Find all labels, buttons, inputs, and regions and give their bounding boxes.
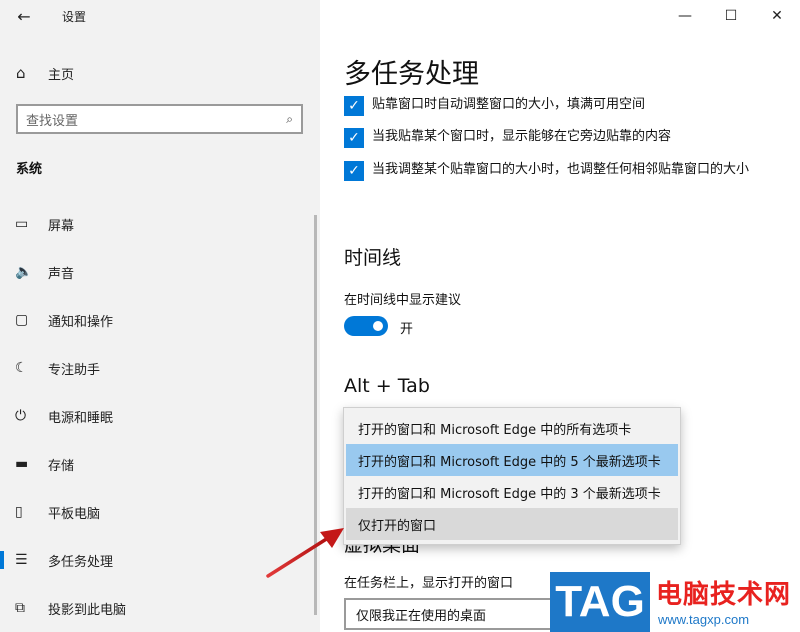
timeline-heading: 时间线: [344, 247, 402, 269]
checkbox-checked-icon[interactable]: ✓: [344, 96, 364, 116]
close-button[interactable]: ✕: [754, 0, 800, 32]
dropdown-option[interactable]: 打开的窗口和 Microsoft Edge 中的所有选项卡: [346, 412, 678, 444]
sidebar-item-label: 屏幕: [48, 218, 75, 234]
moon-icon: ☾: [15, 360, 28, 376]
project-icon: ⧉: [15, 600, 25, 616]
storage-icon: ▬: [15, 456, 29, 472]
maximize-button[interactable]: ☐: [708, 0, 754, 32]
close-icon: ✕: [771, 8, 783, 24]
minimize-button[interactable]: —: [662, 0, 708, 32]
sidebar-item-label: 主页: [48, 67, 75, 83]
sidebar-item-label: 声音: [48, 266, 75, 282]
sidebar-item-project[interactable]: ⧉ 投影到此电脑: [0, 584, 320, 632]
sidebar-item-label: 电源和睡眠: [48, 410, 114, 426]
notification-icon: ▢: [15, 312, 29, 328]
toggle-state-label: 开: [400, 322, 414, 337]
search-input[interactable]: 查找设置 ⌕: [16, 104, 303, 134]
watermark-tag: TAG: [550, 572, 650, 632]
alttab-heading: Alt + Tab: [344, 375, 430, 397]
timeline-setting-label: 在时间线中显示建议: [344, 293, 462, 308]
taskbar-windows-select[interactable]: 仅限我正在使用的桌面: [344, 598, 584, 630]
checkbox-label: 当我贴靠某个窗口时，显示能够在它旁边贴靠的内容: [372, 129, 672, 144]
dropdown-option-hovered[interactable]: 仅打开的窗口: [346, 508, 678, 540]
watermark-url: www.tagxp.com: [658, 612, 750, 627]
arrow-left-icon: ←: [17, 6, 31, 26]
taskbar-setting-label: 在任务栏上，显示打开的窗口: [344, 576, 514, 591]
sidebar-item-storage[interactable]: ▬ 存储: [0, 440, 320, 488]
multitask-icon: ☰: [15, 552, 28, 568]
sidebar-item-label: 平板电脑: [48, 506, 101, 522]
sidebar-item-label: 专注助手: [48, 362, 101, 378]
select-value: 仅限我正在使用的桌面: [356, 608, 487, 624]
search-icon: ⌕: [286, 111, 293, 126]
sidebar-item-label: 多任务处理: [48, 554, 114, 570]
power-icon: ⏻: [15, 408, 27, 424]
section-title: 系统: [16, 162, 43, 177]
snap-option-autosize[interactable]: ✓ 贴靠窗口时自动调整窗口的大小，填满可用空间: [344, 96, 782, 116]
snap-option-show-assist[interactable]: ✓ 当我贴靠某个窗口时，显示能够在它旁边贴靠的内容: [344, 128, 782, 148]
title-bar: ← 设置: [0, 0, 320, 32]
sidebar-item-label: 投影到此电脑: [48, 602, 127, 618]
speaker-icon: 🔈: [15, 264, 33, 280]
sidebar-item-display[interactable]: ▭ 屏幕: [0, 200, 320, 248]
sidebar-item-sound[interactable]: 🔈 声音: [0, 248, 320, 296]
sidebar-item-notifications[interactable]: ▢ 通知和操作: [0, 296, 320, 344]
tablet-icon: ▯: [15, 504, 23, 520]
red-arrow-icon: [266, 528, 344, 578]
sidebar-item-focus-assist[interactable]: ☾ 专注助手: [0, 344, 320, 392]
checkbox-checked-icon[interactable]: ✓: [344, 161, 364, 181]
sidebar-item-home[interactable]: ⌂ 主页: [0, 58, 320, 88]
sidebar-item-power[interactable]: ⏻ 电源和睡眠: [0, 392, 320, 440]
sidebar-item-label: 通知和操作: [48, 314, 114, 330]
dropdown-option[interactable]: 打开的窗口和 Microsoft Edge 中的 3 个最新选项卡: [346, 476, 678, 508]
sidebar-item-label: 存储: [48, 458, 75, 474]
monitor-icon: ▭: [15, 216, 29, 232]
home-icon: ⌂: [16, 64, 26, 82]
snap-option-resize-adjacent[interactable]: ✓ 当我调整某个贴靠窗口的大小时，也调整任何相邻贴靠窗口的大小: [344, 161, 782, 181]
watermark-site-name: 电脑技术网: [656, 580, 792, 610]
dropdown-option-selected[interactable]: 打开的窗口和 Microsoft Edge 中的 5 个最新选项卡: [346, 444, 678, 476]
minimize-icon: —: [678, 8, 692, 24]
timeline-toggle[interactable]: [344, 316, 388, 336]
back-button[interactable]: ←: [10, 4, 38, 28]
search-placeholder: 查找设置: [26, 113, 79, 129]
watermark-logo: TAG 电脑技术网 www.tagxp.com: [550, 572, 800, 632]
page-title: 多任务处理: [344, 59, 479, 90]
maximize-icon: ☐: [724, 8, 738, 24]
checkbox-label: 当我调整某个贴靠窗口的大小时，也调整任何相邻贴靠窗口的大小: [372, 162, 750, 177]
checkbox-checked-icon[interactable]: ✓: [344, 128, 364, 148]
checkbox-label: 贴靠窗口时自动调整窗口的大小，填满可用空间: [372, 97, 646, 112]
app-title: 设置: [62, 10, 87, 24]
alttab-dropdown-list: 打开的窗口和 Microsoft Edge 中的所有选项卡 打开的窗口和 Mic…: [343, 407, 681, 545]
